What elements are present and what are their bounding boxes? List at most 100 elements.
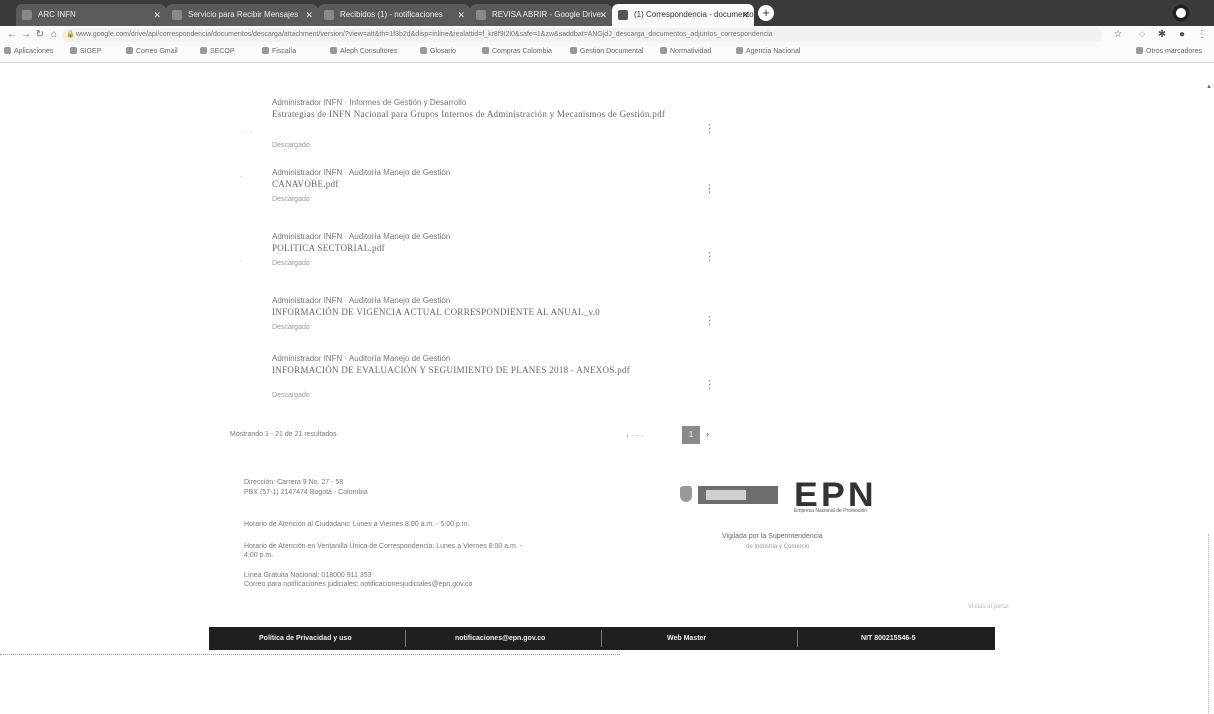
bookmark-item[interactable]: SIGEP — [70, 47, 101, 57]
tab-title: Recibidos (1) - notificaciones — [340, 10, 443, 19]
bookmark-item[interactable]: SECOP — [200, 47, 235, 57]
list-item[interactable]: Administrador INFN · Auditoría Manejo de… — [230, 354, 715, 412]
file-owner: Administrador INFN · Auditoría Manejo de… — [272, 168, 451, 177]
back-arrow-icon[interactable]: ← — [6, 29, 18, 41]
browser-tab-bar: ARC INFN ✕ Servicio para Recibir Mensaje… — [0, 0, 1214, 26]
close-icon[interactable]: ✕ — [741, 4, 749, 26]
vigilada-sublabel: de Industria y Comercio — [746, 544, 810, 550]
more-options-icon[interactable]: ⋮ — [704, 250, 715, 263]
epn-logo-text: EPN — [794, 476, 877, 514]
bookmark-icon — [660, 47, 667, 54]
file-name[interactable]: POLITICA SECTORIAL.pdf — [272, 243, 672, 253]
bookmark-item[interactable]: Gestión Documental — [570, 47, 643, 57]
footer-bar: Política de Privacidad y uso notificacio… — [209, 627, 995, 650]
bookmark-item[interactable]: Glosario — [420, 47, 456, 57]
vigilada-label: Vigilada por la Superintendencia — [722, 533, 823, 540]
more-options-icon[interactable]: ⋮ — [704, 122, 715, 135]
browser-tab[interactable]: ARC INFN ✕ — [16, 4, 166, 26]
divider — [797, 630, 798, 647]
scroll-up-icon[interactable]: ▲ — [1206, 84, 1212, 90]
new-tab-icon[interactable]: + — [758, 5, 774, 21]
footer-window-hours: Horario de Atención en Ventanilla Única … — [244, 543, 523, 550]
close-icon[interactable]: ✕ — [305, 4, 313, 26]
file-name[interactable]: Estrategias de INFN Nacional para Grupos… — [272, 109, 672, 119]
tab-title: (1) Correspondencia - documentos — [634, 10, 754, 19]
folder-icon — [1136, 47, 1143, 54]
divider — [601, 630, 602, 647]
scroll-track[interactable] — [1208, 534, 1210, 714]
list-item[interactable]: · · · Administrador INFN · Informes de G… — [230, 98, 715, 158]
puzzle-icon[interactable]: ✱ — [1156, 29, 1168, 41]
tab-title: Servicio para Recibir Mensajes — [188, 10, 299, 19]
file-owner: Administrador INFN · Auditoría Manejo de… — [272, 354, 451, 363]
more-options-icon[interactable]: ⋮ — [704, 314, 715, 327]
bookmark-item[interactable]: Aleph Consultores — [330, 47, 397, 57]
more-options-icon[interactable]: ⋮ — [704, 378, 715, 391]
forward-arrow-icon[interactable]: → — [20, 29, 32, 41]
bookmark-icon — [262, 47, 269, 54]
bookmarks-bar: Aplicaciones SIGEP Correo Gmail SECOP Fi… — [0, 44, 1214, 60]
file-name[interactable]: INFORMACIÓN DE EVALUACIÓN Y SEGUIMIENTO … — [272, 365, 692, 375]
favicon-icon — [618, 10, 628, 20]
home-icon[interactable]: ⌂ — [48, 29, 60, 41]
file-status: Descargado — [272, 196, 310, 203]
file-bullet: · — [240, 172, 243, 181]
shield-icon — [680, 486, 692, 502]
other-bookmarks[interactable]: Otros marcadores — [1136, 47, 1202, 57]
close-icon[interactable]: ✕ — [599, 4, 607, 26]
favicon-icon — [324, 10, 334, 20]
file-status: Descargado — [272, 142, 310, 149]
file-name[interactable]: INFORMACIÓN DE VIGENCIA ACTUAL CORRESPON… — [272, 307, 692, 317]
file-status: Descargado — [272, 260, 310, 267]
footer-phone: PBX (57-1) 2147474 Bogotá - Colombia — [244, 489, 368, 496]
browser-tab[interactable]: Recibidos (1) - notificaciones ✕ — [318, 4, 470, 26]
bookmark-item[interactable]: Correo Gmail — [126, 47, 178, 57]
reload-icon[interactable]: ↻ — [34, 29, 46, 41]
star-icon[interactable]: ☆ — [1112, 29, 1124, 41]
list-item[interactable]: Administrador INFN · Auditoría Manejo de… — [230, 296, 715, 354]
visits-counter: Visitas al portal — [968, 604, 1009, 610]
bookmark-icon — [482, 47, 489, 54]
gov-band — [698, 486, 778, 504]
bookmark-icon — [736, 47, 743, 54]
file-status: Descargado — [272, 324, 310, 331]
list-item[interactable]: · Administrador INFN · Auditoría Manejo … — [230, 232, 715, 290]
menu-kebab-icon[interactable]: ⋮ — [1196, 29, 1208, 41]
bookmark-item[interactable]: Fiscalía — [262, 47, 296, 57]
file-name[interactable]: CANAVOBE.pdf — [272, 179, 672, 189]
more-options-icon[interactable]: ⋮ — [704, 182, 715, 195]
address-bar[interactable]: 🔒 www.google.com/drive/api/correspondenc… — [62, 28, 1102, 42]
footer-hotline: Línea Gratuita Nacional: 018000 911 353 — [244, 572, 372, 579]
results-summary: Mostrando 1 - 21 de 21 resultados — [230, 431, 337, 438]
notifications-email-link[interactable]: notificaciones@epn.gov.co — [455, 627, 545, 650]
url-text: www.google.com/drive/api/correspondencia… — [76, 31, 773, 38]
bookmark-item[interactable]: Compras Colombia — [482, 47, 552, 57]
bookmark-icon — [126, 47, 133, 54]
previous-page-icon[interactable]: ‹ · · · — [626, 431, 643, 440]
bookmark-icon — [570, 47, 577, 54]
favicon-icon — [476, 10, 486, 20]
bookmark-item[interactable]: Normatividad — [660, 47, 711, 57]
browser-tab[interactable]: REVISA ABRIR - Google Drive ✕ — [470, 4, 612, 26]
bookmark-item[interactable]: Aplicaciones — [4, 47, 53, 57]
extension-icon[interactable]: ◌ — [1136, 29, 1148, 41]
list-item[interactable]: · Administrador INFN · Auditoría Manejo … — [230, 168, 715, 226]
divider — [405, 630, 406, 647]
footer-hours: Horario de Atención al Ciudadano: Lunes … — [244, 521, 470, 528]
tab-title: ARC INFN — [38, 10, 76, 19]
close-icon[interactable]: ✕ — [457, 4, 465, 26]
browser-tab[interactable]: Servicio para Recibir Mensajes ✕ — [166, 4, 318, 26]
browser-tab-active[interactable]: (1) Correspondencia - documentos ✕ — [612, 4, 754, 26]
page-scrollbar[interactable]: ▲ — [1204, 64, 1214, 714]
page-number-current[interactable]: 1 — [682, 426, 700, 444]
bookmark-item[interactable]: Agencia Nacional — [736, 47, 800, 57]
privacy-policy-link[interactable]: Política de Privacidad y uso — [259, 627, 352, 650]
lock-icon: 🔒 — [66, 31, 75, 38]
footer-judicial-email[interactable]: Correo para notificaciones judiciales: n… — [244, 580, 472, 589]
webmaster-link[interactable]: Web Master — [667, 627, 706, 650]
close-icon[interactable]: ✕ — [153, 4, 161, 26]
next-page-icon[interactable]: › — [706, 429, 709, 439]
profile-icon[interactable] — [1172, 4, 1190, 22]
account-icon[interactable]: ● — [1176, 29, 1188, 41]
epn-logo: EPN Empresa Nacional de Promoción — [794, 476, 904, 516]
